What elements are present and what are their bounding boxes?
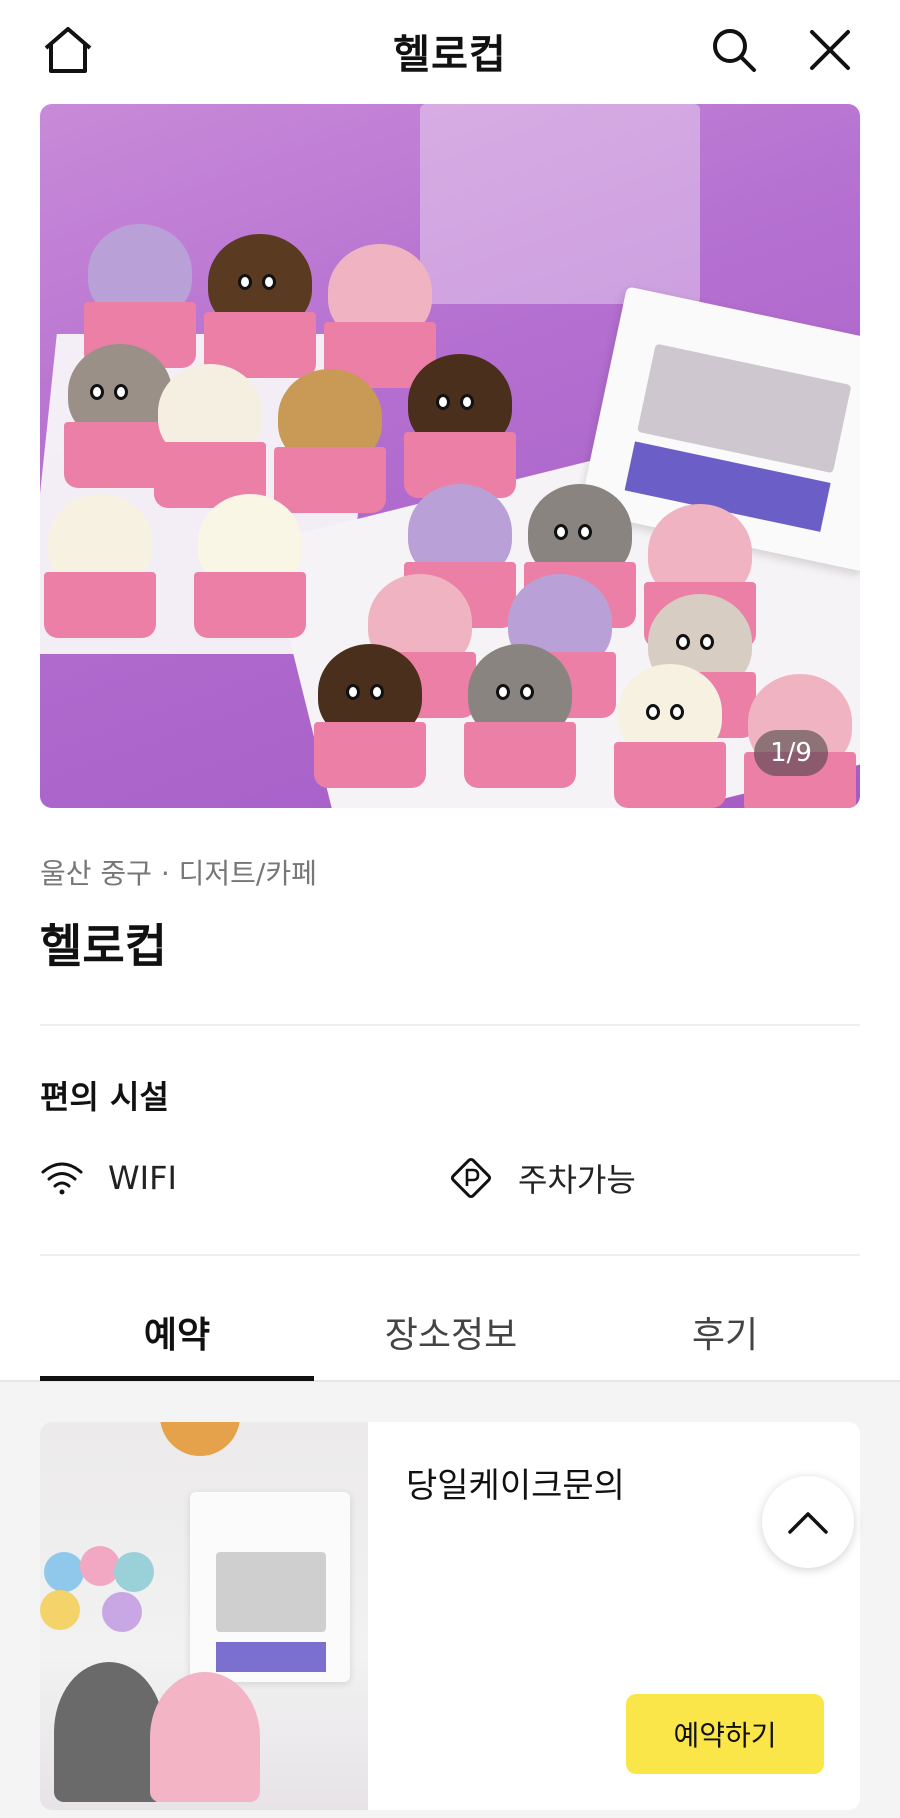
wifi-icon	[41, 1162, 83, 1195]
page-title: 헬로컵	[393, 32, 507, 78]
close-icon	[810, 30, 850, 70]
reserve-button[interactable]: 예약하기	[626, 1694, 824, 1774]
scroll-to-top-button[interactable]	[762, 1476, 854, 1568]
amenity-wifi: WIFI	[40, 1150, 177, 1206]
close-button[interactable]	[802, 22, 858, 78]
amenities-title: 편의 시설	[40, 1078, 169, 1116]
parking-icon	[450, 1157, 492, 1199]
tab-reservation[interactable]: 예약	[40, 1282, 314, 1382]
place-name: 헬로컵	[40, 919, 167, 973]
reservation-card[interactable]: 당일케이크문의 예약하기	[40, 1422, 860, 1810]
divider	[40, 1254, 860, 1256]
tab-place-info[interactable]: 장소정보	[314, 1282, 588, 1382]
amenity-label: WIFI	[108, 1159, 177, 1197]
chevron-up-icon	[788, 1512, 828, 1534]
amenity-parking: 주차가능	[448, 1150, 636, 1206]
active-tab-indicator	[40, 1376, 314, 1381]
divider	[40, 1024, 860, 1026]
amenity-label: 주차가능	[518, 1161, 636, 1199]
image-counter: 1/9	[754, 730, 828, 776]
hero-image-carousel[interactable]: 1/9	[40, 104, 860, 808]
top-bar: 헬로컵	[0, 0, 900, 100]
search-button[interactable]	[706, 22, 762, 78]
place-location-category: 울산 중구 · 디저트/카페	[40, 857, 317, 890]
tab-reviews[interactable]: 후기	[588, 1282, 862, 1382]
product-thumbnail	[40, 1422, 368, 1810]
reservation-item-title: 당일케이크문의	[406, 1466, 625, 1506]
tab-bar: 예약 장소정보 후기	[0, 1282, 900, 1382]
search-icon	[713, 29, 756, 72]
